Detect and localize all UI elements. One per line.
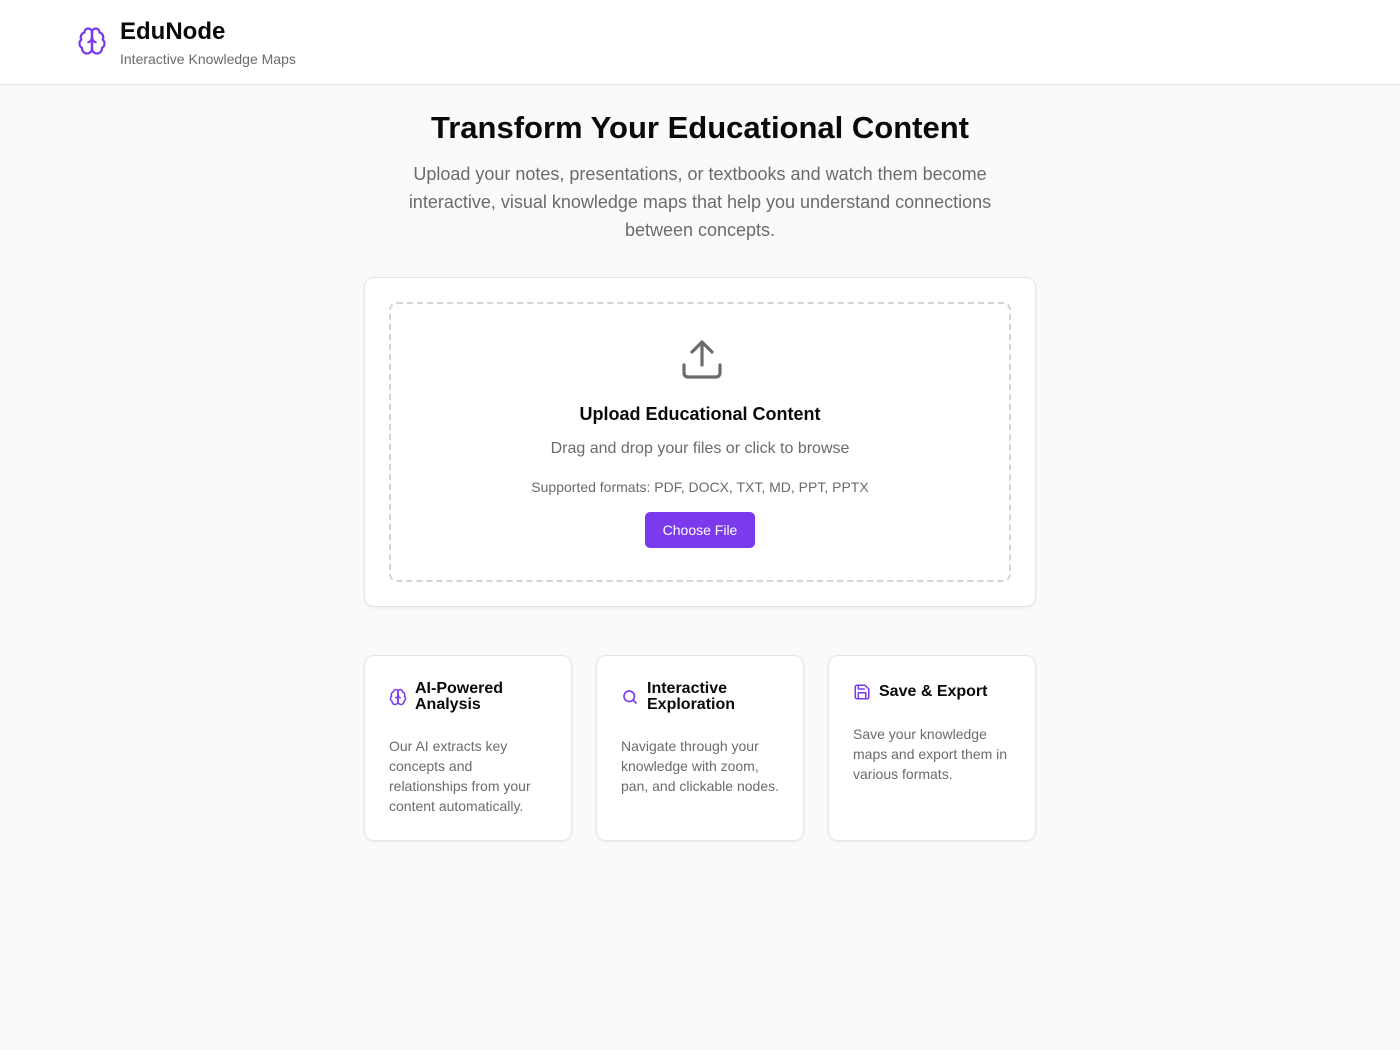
brain-icon <box>389 688 407 706</box>
upload-title: Upload Educational Content <box>579 404 821 424</box>
brand[interactable]: EduNode Interactive Knowledge Maps <box>77 18 296 69</box>
app-title: EduNode <box>120 18 226 45</box>
feature-description: Our AI extracts key concepts and relatio… <box>389 738 531 814</box>
choose-file-button[interactable]: Choose File <box>645 512 755 548</box>
upload-card: Upload Educational Content Drag and drop… <box>364 277 1036 607</box>
upload-subtitle: Drag and drop your files or click to bro… <box>550 440 850 457</box>
feature-title: Save & Export <box>879 683 988 700</box>
feature-title: AI-Powered Analysis <box>415 680 504 713</box>
feature-title: Interactive Exploration <box>647 680 736 713</box>
hero-title: Transform Your Educational Content <box>431 110 969 145</box>
app-subtitle: Interactive Knowledge Maps <box>120 51 296 67</box>
feature-description: Navigate through your knowledge with zoo… <box>621 738 779 794</box>
hero-description: Upload your notes, presentations, or tex… <box>408 164 992 240</box>
feature-card-ai-analysis: AI-Powered Analysis Our AI extracts key … <box>364 655 572 841</box>
upload-dropzone[interactable]: Upload Educational Content Drag and drop… <box>389 302 1011 582</box>
upload-icon <box>682 340 722 379</box>
supported-formats: Supported formats: PDF, DOCX, TXT, MD, P… <box>531 479 869 495</box>
brain-icon <box>78 27 106 55</box>
feature-card-interactive-exploration: Interactive Exploration Navigate through… <box>596 655 804 841</box>
save-icon <box>854 684 870 700</box>
app-header: EduNode Interactive Knowledge Maps <box>0 0 1400 85</box>
feature-description: Save your knowledge maps and export them… <box>853 726 1008 782</box>
feature-card-save-export: Save & Export Save your knowledge maps a… <box>828 655 1036 841</box>
search-icon <box>623 690 637 704</box>
